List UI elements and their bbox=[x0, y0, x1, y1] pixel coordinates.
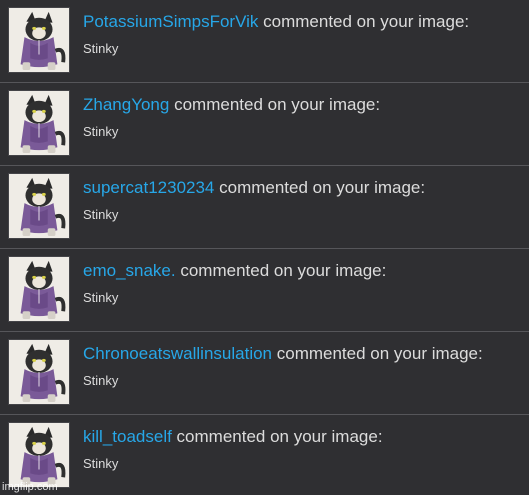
comment-text: Stinky bbox=[83, 290, 119, 305]
comment-text: Stinky bbox=[83, 41, 119, 56]
image-thumbnail[interactable] bbox=[8, 339, 70, 405]
comment-action-text: commented on your image: bbox=[214, 178, 426, 197]
comment-action-text: commented on your image: bbox=[175, 261, 387, 280]
username-link[interactable]: PotassiumSimpsForVik bbox=[83, 12, 258, 31]
notification-headline: ZhangYong commented on your image: bbox=[83, 94, 380, 116]
cat-in-hoodie-thumbnail-icon bbox=[9, 91, 69, 155]
image-thumbnail[interactable] bbox=[8, 422, 70, 488]
image-thumbnail[interactable] bbox=[8, 173, 70, 239]
comment-action-text: commented on your image: bbox=[169, 95, 381, 114]
username-link[interactable]: Chronoeatswallinsulation bbox=[83, 344, 272, 363]
cat-in-hoodie-thumbnail-icon bbox=[9, 340, 69, 404]
notification-headline: PotassiumSimpsForVik commented on your i… bbox=[83, 11, 469, 33]
cat-in-hoodie-thumbnail-icon bbox=[9, 257, 69, 321]
image-thumbnail[interactable] bbox=[8, 256, 70, 322]
imgflip-watermark: imgflip.com bbox=[2, 481, 58, 493]
notification-item[interactable]: kill_toadself commented on your image: S… bbox=[0, 415, 529, 495]
notification-headline: kill_toadself commented on your image: bbox=[83, 426, 383, 448]
username-link[interactable]: ZhangYong bbox=[83, 95, 169, 114]
username-link[interactable]: kill_toadself bbox=[83, 427, 172, 446]
comment-action-text: commented on your image: bbox=[171, 427, 383, 446]
cat-in-hoodie-thumbnail-icon bbox=[9, 423, 69, 487]
notification-headline: emo_snake. commented on your image: bbox=[83, 260, 386, 282]
username-link[interactable]: supercat1230234 bbox=[83, 178, 214, 197]
notification-item[interactable]: supercat1230234 commented on your image:… bbox=[0, 166, 529, 249]
comment-text: Stinky bbox=[83, 124, 119, 139]
username-link[interactable]: emo_snake. bbox=[83, 261, 176, 280]
notification-headline: supercat1230234 commented on your image: bbox=[83, 177, 425, 199]
comment-text: Stinky bbox=[83, 373, 119, 388]
notification-headline: Chronoeatswallinsulation commented on yo… bbox=[83, 343, 483, 365]
notification-item[interactable]: PotassiumSimpsForVik commented on your i… bbox=[0, 0, 529, 83]
cat-in-hoodie-thumbnail-icon bbox=[9, 8, 69, 72]
image-thumbnail[interactable] bbox=[8, 90, 70, 156]
comment-action-text: commented on your image: bbox=[258, 12, 470, 31]
comment-text: Stinky bbox=[83, 456, 119, 471]
notification-feed: PotassiumSimpsForVik commented on your i… bbox=[0, 0, 529, 495]
cat-in-hoodie-thumbnail-icon bbox=[9, 174, 69, 238]
notification-item[interactable]: Chronoeatswallinsulation commented on yo… bbox=[0, 332, 529, 415]
comment-text: Stinky bbox=[83, 207, 119, 222]
notification-item[interactable]: ZhangYong commented on your image: Stink… bbox=[0, 83, 529, 166]
notification-item[interactable]: emo_snake. commented on your image: Stin… bbox=[0, 249, 529, 332]
image-thumbnail[interactable] bbox=[8, 7, 70, 73]
comment-action-text: commented on your image: bbox=[272, 344, 483, 363]
